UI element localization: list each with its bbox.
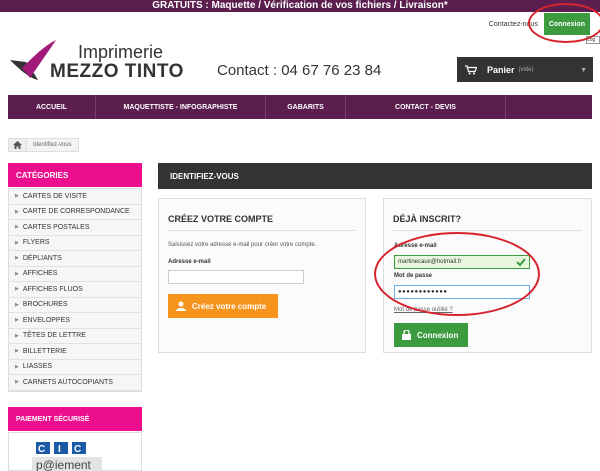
create-account-button[interactable]: Créez votre compte xyxy=(168,294,278,318)
cart-icon xyxy=(465,64,477,74)
sidebar-item-cartes-de-visite[interactable]: ▶ Cartes de visite xyxy=(9,189,141,205)
nav-item-accueil[interactable]: Accueil xyxy=(8,95,96,119)
chevron-down-icon: ▼ xyxy=(580,67,587,74)
sidebar-item-cartes-postales[interactable]: ▶ Cartes postales xyxy=(9,220,141,236)
breadcrumb: Identifiez-vous xyxy=(8,138,79,152)
login-password-input[interactable]: ●●●●●●●●●●●● xyxy=(394,285,530,299)
user-icon xyxy=(176,301,186,311)
caret-right-icon: ▶ xyxy=(15,379,19,386)
breadcrumb-current: Identifiez-vous xyxy=(33,142,72,148)
nav-item-gabarits[interactable]: Gabarits xyxy=(266,95,346,119)
caret-right-icon: ▶ xyxy=(15,255,19,262)
divider xyxy=(393,230,582,231)
caret-right-icon: ▶ xyxy=(15,239,19,246)
sidebar-item-tetes-de-lettre[interactable]: ▶ Têtes de lettre xyxy=(9,329,141,344)
caret-right-icon: ▶ xyxy=(15,363,19,370)
create-account-desc: Saisissez votre adresse e-mail pour crée… xyxy=(168,242,317,248)
forgot-password-link[interactable]: Mot de passe oublié ? xyxy=(394,307,453,313)
login-email-label: Adresse e-mail xyxy=(394,243,437,249)
logo-line1: Imprimerie xyxy=(78,42,164,62)
cart-button[interactable]: Panier (vide) ▼ xyxy=(457,57,593,82)
site-logo[interactable]: Imprimerie MEZZO TINTO xyxy=(8,40,198,85)
check-icon xyxy=(516,258,526,267)
caret-right-icon: ▶ xyxy=(15,348,19,355)
cart-status: (vide) xyxy=(518,66,534,73)
caret-right-icon: ▶ xyxy=(15,301,19,308)
cart-label: Panier xyxy=(487,64,515,75)
login-button[interactable]: Connexion xyxy=(543,13,590,35)
sidebar-item-carnets-autocopiants[interactable]: ▶ Carnets autocopiants xyxy=(9,375,141,391)
contact-link[interactable]: Contactez-nous xyxy=(489,21,538,28)
create-email-label: Adresse e-mail xyxy=(168,259,211,265)
paiement-text: p@iement xyxy=(36,458,92,471)
sidebar-item-carte-de-correspondance[interactable]: ▶ Carte de correspondance xyxy=(9,205,141,220)
contact-phone: Contact : 04 67 76 23 84 xyxy=(217,62,382,79)
payment-title: PAIEMENT SÉCURISÉ xyxy=(8,407,142,431)
login-password-label: Mot de passe xyxy=(394,273,433,279)
caret-right-icon: ▶ xyxy=(15,317,19,324)
sidebar-item-affiches-fluos[interactable]: ▶ Affiches fluos xyxy=(9,282,141,298)
caret-right-icon: ▶ xyxy=(15,332,19,339)
category-list: ▶ Cartes de visite ▶ Carte de correspondan… xyxy=(8,188,142,392)
nav-item-maquettiste[interactable]: Maquettiste - Infographiste xyxy=(96,95,266,119)
tooltip: Log xyxy=(586,36,600,44)
sidebar-item-flyers[interactable]: ▶ Flyers xyxy=(9,236,141,251)
login-email-input[interactable]: martinecaux@hotmail.fr xyxy=(394,255,530,269)
create-account-title: Créez votre compte xyxy=(168,214,274,224)
page-title: Identifiez-vous xyxy=(158,163,592,189)
login-panel: Déjà inscrit? Adresse e-mail martinecaux… xyxy=(383,198,592,353)
caret-right-icon: ▶ xyxy=(15,270,19,277)
cic-letter: C xyxy=(38,444,45,455)
sidebar-item-enveloppes[interactable]: ▶ Enveloppes xyxy=(9,313,141,329)
create-email-input[interactable] xyxy=(168,270,304,284)
sidebar-item-brochures[interactable]: ▶ Brochures xyxy=(9,298,141,313)
logo-line2: MEZZO TINTO xyxy=(50,61,184,82)
nav-item-contact[interactable]: Contact - Devis xyxy=(346,95,506,119)
caret-right-icon: ▶ xyxy=(15,224,19,231)
cic-letter: I xyxy=(58,444,61,455)
main-nav: Accueil Maquettiste - Infographiste Gaba… xyxy=(8,95,592,119)
cic-logo: C I C p@iement xyxy=(32,442,102,471)
caret-right-icon: ▶ xyxy=(15,193,19,200)
sidebar-item-depliants[interactable]: ▶ Dépliants xyxy=(9,251,141,267)
sidebar-item-affiches[interactable]: ▶ Affiches xyxy=(9,267,141,282)
caret-right-icon: ▶ xyxy=(15,208,19,215)
home-icon[interactable] xyxy=(9,139,27,151)
sidebar-title: CATÉGORIES xyxy=(8,163,142,187)
sidebar-item-billetterie[interactable]: ▶ Billetterie xyxy=(9,344,141,360)
login-submit-button[interactable]: Connexion xyxy=(394,323,468,347)
promo-banner: GRATUITS : Maquette / Vérification de vo… xyxy=(0,0,600,12)
header-links: Contactez-nous Connexion xyxy=(489,13,590,35)
caret-right-icon: ▶ xyxy=(15,286,19,293)
create-account-panel: Créez votre compte Saisissez votre adres… xyxy=(158,198,366,353)
cic-letter: C xyxy=(74,444,81,455)
divider xyxy=(168,230,356,231)
login-title: Déjà inscrit? xyxy=(393,214,462,224)
sidebar-item-liasses[interactable]: ▶ Liasses xyxy=(9,360,141,375)
lock-icon xyxy=(402,330,411,340)
